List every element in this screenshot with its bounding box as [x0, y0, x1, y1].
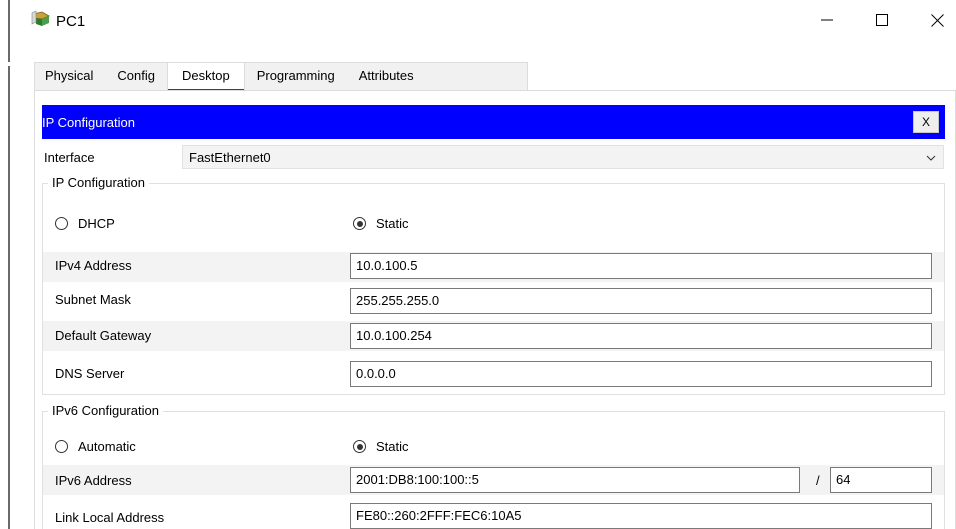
- subnet-mask-input[interactable]: 255.255.255.0: [350, 288, 932, 314]
- ipv6-automatic-radio-label: Automatic: [78, 439, 136, 454]
- tab-physical[interactable]: Physical: [35, 63, 105, 91]
- tab-attributes[interactable]: Attributes: [347, 63, 426, 91]
- chevron-down-icon: [926, 155, 936, 161]
- dhcp-radio-label: DHCP: [78, 216, 115, 231]
- dns-server-input[interactable]: 0.0.0.0: [350, 361, 932, 387]
- ipv6-static-radio[interactable]: Static: [353, 439, 409, 454]
- interface-selected-value: FastEthernet0: [189, 150, 271, 165]
- tab-config[interactable]: Config: [105, 63, 167, 91]
- interface-select[interactable]: FastEthernet0: [182, 145, 944, 169]
- ipv6-static-radio-circle: [353, 440, 366, 453]
- window-left-edge: [8, 0, 10, 529]
- close-window-button[interactable]: [914, 0, 956, 40]
- dhcp-radio[interactable]: DHCP: [55, 216, 115, 231]
- default-gateway-input[interactable]: 10.0.100.254: [350, 323, 932, 349]
- title-bar: PC1: [10, 0, 956, 42]
- ipv4-static-radio[interactable]: Static: [353, 216, 409, 231]
- pc1-window: PC1 Physical Config Desktop Programming …: [0, 0, 956, 529]
- tab-desktop[interactable]: Desktop: [167, 62, 245, 91]
- interface-label: Interface: [44, 150, 95, 165]
- ipv6-static-radio-label: Static: [376, 439, 409, 454]
- maximize-icon: [876, 14, 888, 26]
- maximize-button[interactable]: [859, 0, 905, 40]
- close-icon: [930, 13, 944, 27]
- dhcp-radio-circle: [55, 217, 68, 230]
- default-gateway-label: Default Gateway: [55, 328, 152, 343]
- ipv6-address-label: IPv6 Address: [55, 473, 132, 488]
- ipv6-automatic-radio-circle: [55, 440, 68, 453]
- packet-tracer-pc-icon: [30, 10, 52, 32]
- window-title: PC1: [56, 13, 86, 30]
- ipv6-address-input[interactable]: 2001:DB8:100:100::5: [350, 467, 800, 493]
- ipv6-automatic-radio[interactable]: Automatic: [55, 439, 136, 454]
- tab-bar: Physical Config Desktop Programming Attr…: [34, 62, 528, 91]
- link-local-address-label: Link Local Address: [55, 510, 165, 525]
- ipv4-address-input[interactable]: 10.0.100.5: [350, 253, 932, 279]
- ipv6-prefix-input[interactable]: 64: [830, 467, 932, 493]
- ipv6-group-legend: IPv6 Configuration: [48, 403, 163, 418]
- link-local-address-input[interactable]: FE80::260:2FFF:FEC6:10A5: [350, 503, 932, 529]
- ipv4-static-radio-label: Static: [376, 216, 409, 231]
- minimize-icon: [821, 19, 833, 21]
- tab-programming[interactable]: Programming: [245, 63, 347, 91]
- ipv4-group-legend: IP Configuration: [48, 175, 149, 190]
- ip-configuration-title: IP Configuration: [42, 115, 135, 130]
- subnet-mask-label: Subnet Mask: [55, 292, 131, 307]
- minimize-button[interactable]: [804, 0, 850, 40]
- dns-server-label: DNS Server: [55, 366, 125, 381]
- ipv4-address-label: IPv4 Address: [55, 258, 132, 273]
- prefix-separator: /: [816, 473, 820, 488]
- ipv4-static-radio-circle: [353, 217, 366, 230]
- ip-configuration-header: IP Configuration X: [42, 105, 945, 139]
- close-ip-configuration-button[interactable]: X: [913, 111, 939, 133]
